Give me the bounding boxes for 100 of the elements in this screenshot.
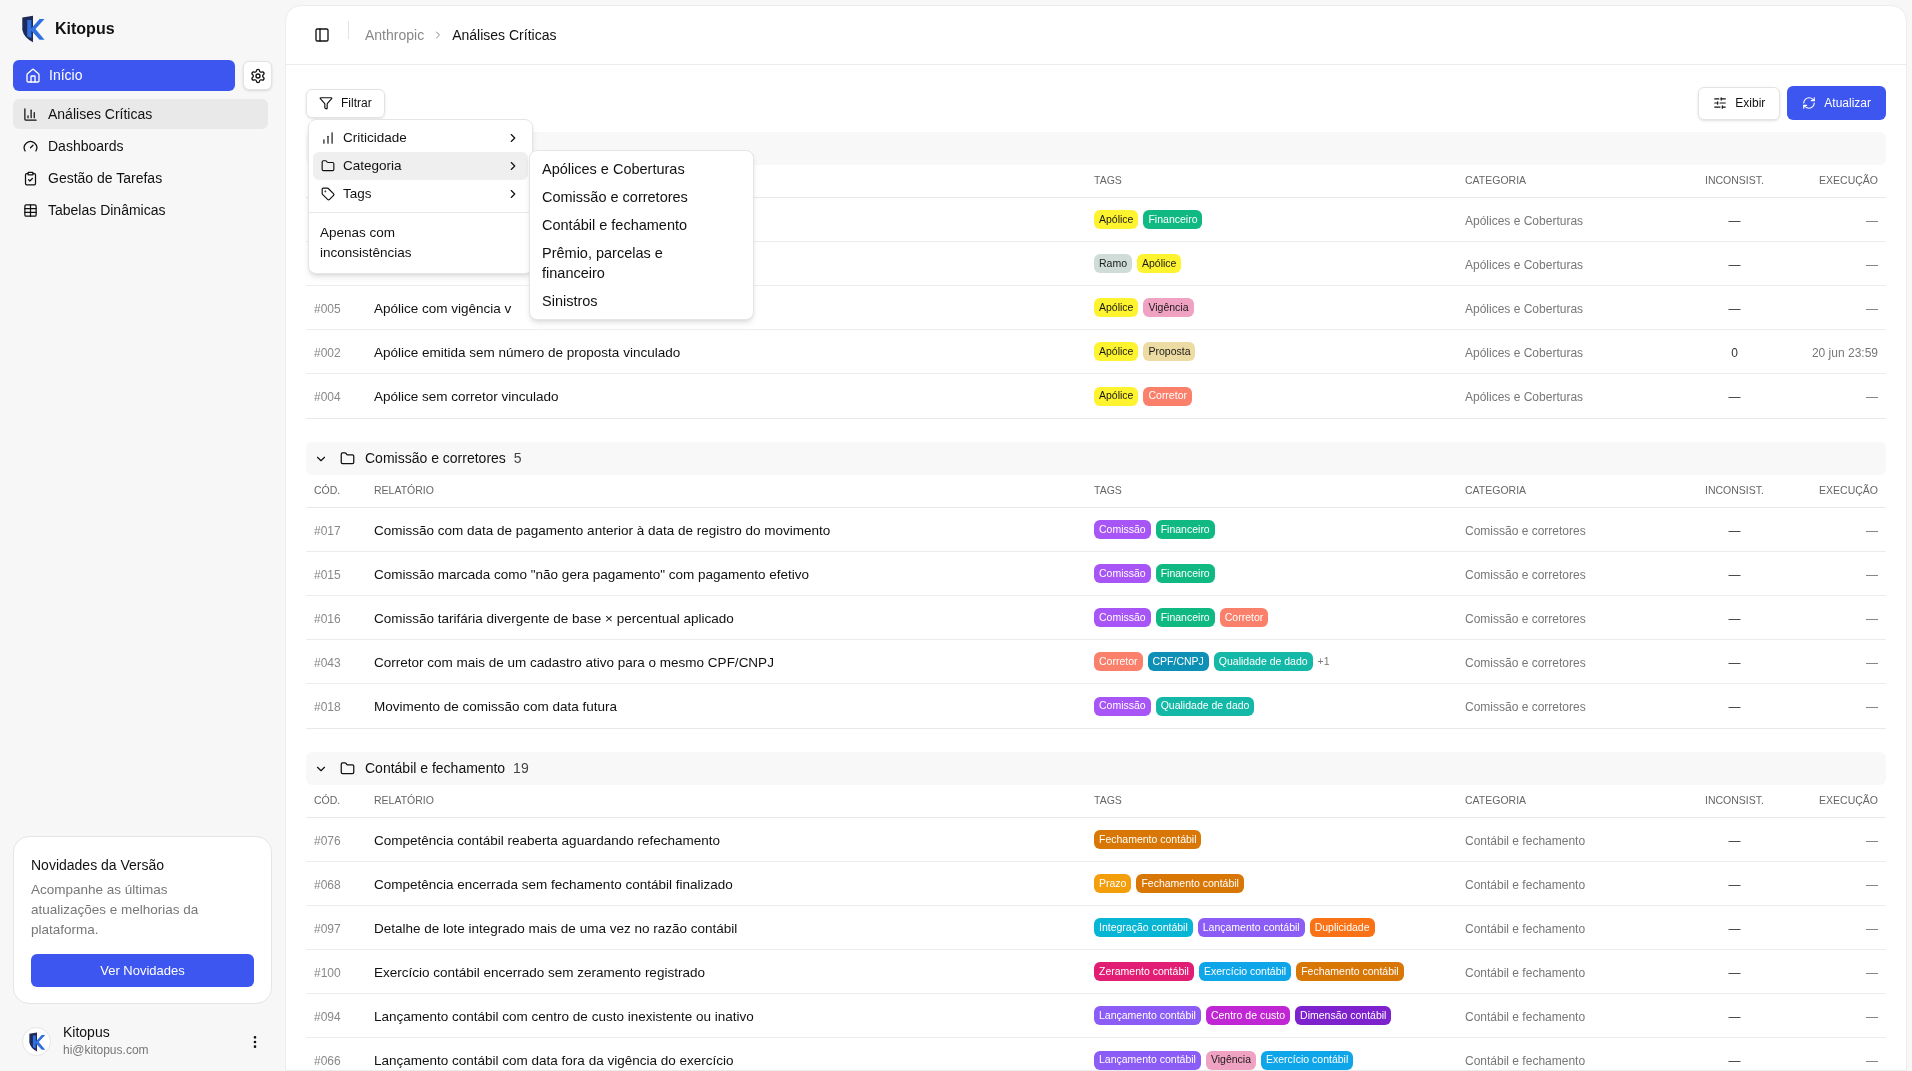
execution-cell: — (1866, 390, 1878, 404)
report-title[interactable]: Detalhe de lote integrado mais de uma vez no razão contábil (374, 920, 738, 936)
submenu-item[interactable]: Apólices e Coberturas (534, 155, 719, 183)
nav-item[interactable]: Dashboards (13, 131, 268, 161)
tag: Lançamento contábil (1094, 1050, 1201, 1070)
execution-cell: — (1866, 700, 1878, 714)
inconsistency-cell: — (1728, 213, 1741, 228)
tag: Apólice (1094, 386, 1139, 406)
column-header: CATEGORIA (1465, 484, 1527, 497)
report-code: #005 (314, 301, 341, 316)
settings-button[interactable] (243, 61, 272, 90)
report-code: #094 (314, 1009, 341, 1024)
filter-button[interactable]: Filtrar (306, 88, 385, 118)
logo-icon (19, 15, 47, 43)
report-title[interactable]: Competência contábil reaberta aguardando refechamento (374, 832, 720, 848)
report-code: #004 (314, 390, 341, 404)
nav-item[interactable]: Gestão de Tarefas (13, 163, 268, 193)
refresh-button[interactable]: Atualizar (1787, 86, 1886, 120)
execution-cell: — (1866, 611, 1878, 626)
column-header: TAGS (1094, 484, 1122, 497)
report-code: #002 (314, 345, 341, 360)
tag: Dimensão contábil (1295, 1006, 1392, 1025)
report-title[interactable]: Comissão com data de pagamento anterior à data de registro do movimento (374, 522, 831, 538)
signal-bars-icon (321, 131, 335, 145)
submenu-item[interactable]: Prêmio, parcelas e financeiro (534, 239, 719, 287)
report-title[interactable]: Movimento de comissão com data futura (374, 699, 618, 714)
nav-item[interactable]: Análises Críticas (13, 99, 268, 129)
column-header: INCONSIST. (1705, 174, 1764, 187)
category-cell: Comissão e corretores (1465, 655, 1586, 670)
category-cell: Comissão e corretores (1465, 567, 1586, 582)
tag: Duplicidade (1309, 918, 1375, 937)
report-title[interactable]: Corretor com mais de um cadastro ativo para o mesmo CPF/CNPJ (374, 654, 774, 670)
report-title[interactable]: Apólice com vigência v (374, 300, 512, 316)
report-title[interactable]: Lançamento contábil com data fora da vigência do exercício (374, 1053, 734, 1068)
report-title[interactable]: Apólice emitida sem número de proposta vinculado (374, 344, 681, 360)
more-tags-count: +1 (1317, 653, 1330, 669)
menu-item[interactable]: Apenas com inconsistências (313, 217, 443, 269)
tag: Apólice (1094, 210, 1139, 229)
report-code: #043 (314, 655, 341, 670)
news-button[interactable]: Ver Novidades (31, 954, 254, 987)
category-cell: Contábil e fechamento (1465, 877, 1586, 892)
execution-cell: — (1866, 965, 1878, 980)
report-title[interactable]: Lançamento contábil com centro de custo inexistente ou inativo (374, 1008, 754, 1024)
column-header: TAGS (1094, 794, 1122, 807)
inconsistency-cell: — (1728, 257, 1741, 272)
report-title[interactable]: Comissão tarifária divergente de base × percentual aplicado (374, 610, 734, 626)
tag: Vigência (1143, 298, 1194, 317)
folder-icon (340, 761, 355, 776)
menu-item[interactable]: Categoria (313, 152, 528, 180)
tag: Corretor (1143, 386, 1192, 406)
tag-icon (321, 187, 335, 201)
execution-cell: — (1866, 1054, 1878, 1068)
inconsistency-cell: — (1728, 567, 1741, 582)
gauge-icon (23, 138, 38, 154)
group-header[interactable]: Contábil e fechamento 19 (306, 752, 1886, 785)
category-cell: Contábil e fechamento (1465, 921, 1586, 936)
sliders-icon (1713, 96, 1728, 110)
tag: Apólice (1094, 342, 1139, 361)
report-title[interactable]: Comissão marcada como "não gera pagamento" com pagamento efetivo (374, 566, 810, 582)
report-title[interactable]: Exercício contábil encerrado sem zeramento registrado (374, 964, 705, 980)
tag: Prazo (1094, 874, 1132, 893)
report-title[interactable]: Apólice sem corretor vinculado (374, 389, 559, 404)
tag: Apólice (1094, 298, 1139, 317)
execution-cell: — (1866, 921, 1878, 936)
report-code: #076 (314, 833, 341, 848)
tag: Integração contábil (1094, 918, 1193, 937)
tag: Corretor (1219, 608, 1269, 627)
sidebar-toggle-icon[interactable] (314, 27, 330, 43)
tag: Proposta (1143, 342, 1196, 361)
execution-cell: — (1866, 877, 1878, 892)
inconsistency-cell: — (1728, 390, 1741, 404)
inconsistency-cell: — (1728, 965, 1741, 980)
group-count: 19 (513, 759, 529, 778)
inconsistency-cell: — (1728, 833, 1741, 848)
column-header: TAGS (1094, 174, 1122, 187)
report-code: #015 (314, 567, 341, 582)
group-header[interactable]: Comissão e corretores 5 (306, 442, 1886, 475)
user-email: hi@kitopus.com (63, 1042, 150, 1059)
tag: Qualidade de dado (1213, 652, 1313, 671)
category-cell: Contábil e fechamento (1465, 965, 1586, 980)
category-cell: Contábil e fechamento (1465, 833, 1586, 848)
home-button[interactable]: Início (13, 60, 235, 91)
category-cell: Comissão e corretores (1465, 611, 1586, 626)
execution-cell: — (1866, 567, 1878, 582)
category-cell: Contábil e fechamento (1465, 1054, 1586, 1068)
view-button[interactable]: Exibir (1698, 86, 1781, 120)
report-title[interactable]: Competência encerrada sem fechamento contábil finalizado (374, 876, 733, 892)
group-name: Contábil e fechamento (365, 759, 506, 778)
inconsistency-cell: — (1728, 700, 1741, 714)
breadcrumb-item[interactable]: Anthropic (365, 24, 425, 46)
submenu-item[interactable]: Contábil e fechamento (534, 211, 719, 239)
inconsistency-cell: — (1728, 655, 1741, 670)
report-code: #017 (314, 523, 341, 538)
submenu-item[interactable]: Comissão e corretores (534, 183, 719, 211)
column-header: INCONSIST. (1705, 794, 1764, 807)
home-icon (25, 67, 41, 84)
submenu-item[interactable]: Sinistros (534, 287, 719, 315)
nav-item[interactable]: Tabelas Dinâmicas (13, 195, 268, 225)
category-cell: Comissão e corretores (1465, 700, 1586, 714)
column-header: EXECUÇÃO (1819, 794, 1878, 807)
